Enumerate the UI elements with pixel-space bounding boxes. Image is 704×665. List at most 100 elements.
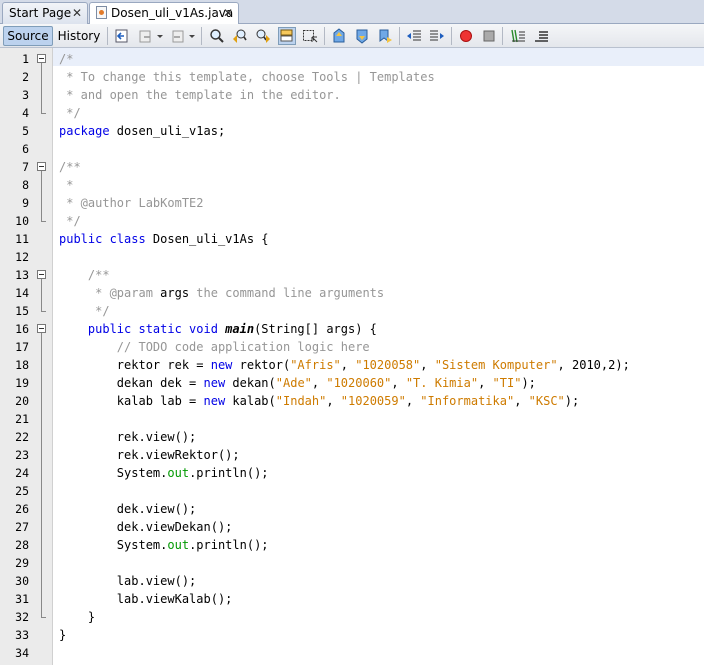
- code-token: * @param: [59, 286, 161, 300]
- code-line: * @param args the command line arguments: [59, 284, 384, 302]
- source-button[interactable]: Source: [3, 26, 53, 46]
- line-number: 10: [15, 214, 29, 228]
- line-number: 12: [15, 250, 29, 264]
- line-number: 26: [15, 502, 29, 516]
- code-token: System.: [59, 538, 168, 552]
- tab-label: Start Page: [9, 6, 72, 20]
- code-token: * @author LabKomTE2: [59, 196, 204, 210]
- code-token: out: [167, 538, 190, 552]
- toolbar-separator: [451, 27, 452, 45]
- fold-end: [41, 221, 46, 222]
- code-line: }: [59, 608, 95, 626]
- tab-start-page[interactable]: Start Page ✕: [2, 2, 88, 24]
- code-token: "Informatika": [420, 394, 515, 408]
- code-token: }: [59, 610, 96, 624]
- find-next-icon[interactable]: [255, 28, 271, 44]
- chevron-down-icon[interactable]: [188, 28, 196, 44]
- code-token: ,: [420, 358, 435, 372]
- line-number: 32: [15, 610, 29, 624]
- last-edit-icon[interactable]: [114, 28, 130, 44]
- shift-right-icon[interactable]: [429, 28, 445, 44]
- fold-end: [41, 311, 46, 312]
- code-token: public static void: [59, 322, 226, 336]
- code-line: */: [59, 302, 109, 320]
- code-token: public class: [59, 232, 146, 246]
- fold-collapse-icon[interactable]: [37, 162, 46, 171]
- code-token: * To change this template, choose Tools …: [59, 70, 435, 84]
- line-number-gutter: 1 2 3 4 5 6 7 8 9 10 11 12 13 14 15 16 17 18 19 20 21 22 23 24 2…: [0, 48, 53, 665]
- find-previous-icon[interactable]: [232, 28, 248, 44]
- toolbar-separator: [399, 27, 400, 45]
- close-icon[interactable]: ✕: [223, 3, 233, 23]
- code-token: */: [59, 214, 81, 228]
- code-token: "KSC": [528, 394, 565, 408]
- code-token: );: [521, 376, 536, 390]
- code-line: kalab lab = new kalab("Indah", "1020059"…: [59, 392, 579, 410]
- code-token: ,: [326, 394, 341, 408]
- history-button[interactable]: History: [56, 26, 102, 46]
- line-number: 33: [15, 628, 29, 642]
- code-token: dek.view();: [59, 502, 197, 516]
- code-editor[interactable]: /* * To change this template, choose Too…: [53, 48, 704, 665]
- code-token: *: [59, 178, 74, 192]
- code-line: /**: [59, 266, 110, 284]
- line-number: 5: [22, 124, 29, 138]
- line-number: 2: [22, 70, 29, 84]
- code-line: *: [59, 176, 73, 194]
- previous-bookmark-icon[interactable]: [331, 28, 347, 44]
- code-token: dekan dek =: [59, 376, 204, 390]
- close-icon[interactable]: ✕: [72, 3, 82, 23]
- code-token: .println();: [189, 466, 269, 480]
- find-icon[interactable]: [209, 28, 225, 44]
- code-line: rek.viewRektor();: [59, 446, 240, 464]
- code-token: rek.viewRektor();: [59, 448, 240, 462]
- code-line: // TODO code application logic here: [59, 338, 370, 356]
- code-token: "T. Kimia": [405, 376, 479, 390]
- toggle-bookmark-icon[interactable]: [377, 28, 393, 44]
- code-token: new: [203, 394, 226, 408]
- code-line: /**: [59, 158, 81, 176]
- line-number: 23: [15, 448, 29, 462]
- code-token: "1020058": [355, 358, 421, 372]
- next-bookmark-icon[interactable]: [354, 28, 370, 44]
- line-number: 31: [15, 592, 29, 606]
- code-token: );: [564, 394, 580, 408]
- line-number: 1: [22, 52, 29, 66]
- code-token: , 2010,2);: [557, 358, 630, 372]
- code-token: ,: [340, 358, 356, 372]
- line-number: 7: [22, 160, 29, 174]
- fold-collapse-icon[interactable]: [37, 324, 46, 333]
- toggle-rect-select-icon[interactable]: [302, 28, 318, 44]
- fold-guide: [41, 279, 42, 311]
- comment-icon[interactable]: [510, 28, 526, 44]
- back-icon[interactable]: [138, 28, 154, 44]
- toggle-highlight-icon[interactable]: [278, 27, 296, 45]
- code-token: ,: [405, 394, 421, 408]
- code-token: /*: [59, 52, 74, 66]
- stop-macro-icon[interactable]: [481, 28, 497, 44]
- fold-collapse-icon[interactable]: [37, 54, 46, 63]
- uncomment-icon[interactable]: [533, 28, 549, 44]
- forward-icon[interactable]: [170, 28, 186, 44]
- code-token: "Ade": [275, 376, 312, 390]
- code-token: "Indah": [275, 394, 327, 408]
- chevron-down-icon[interactable]: [156, 28, 164, 44]
- toolbar-separator: [107, 27, 108, 45]
- fold-collapse-icon[interactable]: [37, 270, 46, 279]
- code-token: System.: [59, 466, 168, 480]
- tab-dosen-uli-v1as-java[interactable]: Dosen_uli_v1As.java ✕: [89, 2, 239, 25]
- code-token: "1020060": [326, 376, 392, 390]
- code-line: * To change this template, choose Tools …: [59, 68, 435, 86]
- line-number: 6: [22, 142, 29, 156]
- code-line: }: [59, 626, 66, 644]
- code-token: new: [210, 358, 233, 372]
- editor-tab-bar: Start Page ✕ Dosen_uli_v1As.java ✕: [0, 0, 704, 25]
- code-token: ,: [391, 376, 406, 390]
- code-token: */: [59, 106, 81, 120]
- line-number: 28: [15, 538, 29, 552]
- code-token: kalab(: [225, 394, 276, 408]
- code-token: main: [225, 322, 255, 336]
- shift-left-icon[interactable]: [406, 28, 422, 44]
- start-macro-icon[interactable]: [458, 28, 474, 44]
- line-number: 27: [15, 520, 29, 534]
